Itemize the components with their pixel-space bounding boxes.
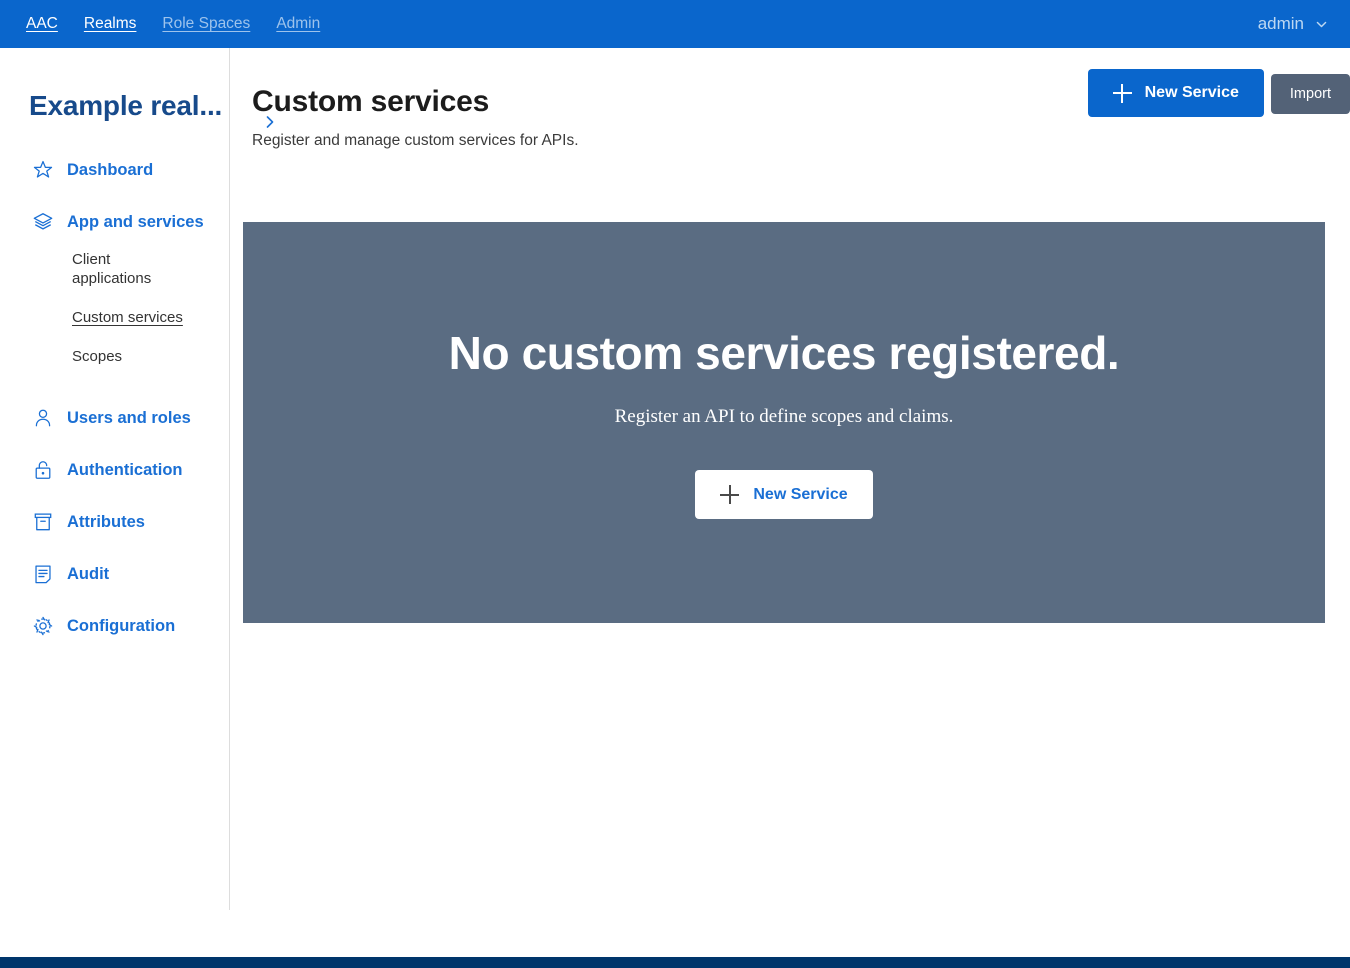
footer-bar [0, 957, 1350, 968]
sidebar-item-label: Audit [67, 564, 110, 583]
sidebar-item-audit[interactable]: Audit [0, 548, 229, 600]
sidebar-item-authentication[interactable]: Authentication [0, 444, 229, 496]
new-service-button-label: New Service [1144, 84, 1239, 101]
topnav-link-role-spaces[interactable]: Role Spaces [162, 15, 250, 33]
sidebar: Example real... Dashboard App and servic… [0, 48, 230, 910]
star-icon [33, 160, 53, 178]
sidebar-item-label: Authentication [67, 460, 183, 479]
sidebar-item-label: Attributes [67, 512, 145, 531]
sidebar-subitem-custom-services[interactable]: Custom services [72, 308, 183, 327]
user-menu-label: admin [1257, 14, 1304, 33]
sidebar-subitem-scopes[interactable]: Scopes [72, 347, 122, 366]
empty-state-panel: No custom services registered. Register … [243, 222, 1325, 623]
gear-icon [33, 616, 53, 636]
page-subtitle: Register and manage custom services for … [252, 132, 579, 149]
empty-state-title: No custom services registered. [448, 327, 1120, 379]
sidebar-nav-list: Dashboard App and services Client applic… [0, 144, 229, 652]
sidebar-item-label: Dashboard [67, 160, 154, 179]
header-actions: New Service Import [1087, 69, 1350, 117]
top-navigation-bar: AAC Realms Role Spaces Admin admin [0, 0, 1350, 48]
archive-box-icon [34, 513, 52, 531]
lock-icon [35, 461, 51, 479]
user-menu[interactable]: admin [1258, 14, 1350, 34]
plus-icon [720, 485, 740, 504]
empty-state-new-service-button[interactable]: New Service [695, 470, 873, 519]
sidebar-item-label: Users and roles [67, 408, 191, 427]
sidebar-item-attributes[interactable]: Attributes [0, 496, 229, 548]
empty-state-new-service-label: New Service [753, 485, 848, 503]
plus-icon [1112, 83, 1132, 103]
sidebar-item-label: App and services [67, 212, 204, 231]
sidebar-subnav: Client applications Custom services Scop… [0, 248, 229, 392]
topnav-link-aac[interactable]: AAC [26, 15, 58, 33]
document-lines-icon [35, 565, 51, 584]
page-header: Custom services Register and manage cust… [231, 48, 1350, 150]
topnav-link-realms[interactable]: Realms [84, 15, 137, 33]
sidebar-item-dashboard[interactable]: Dashboard [0, 144, 229, 196]
import-button-label: Import [1289, 85, 1331, 102]
main-content: Custom services Register and manage cust… [231, 48, 1350, 910]
chevron-down-icon [1316, 21, 1327, 27]
sidebar-item-configuration[interactable]: Configuration [0, 600, 229, 652]
realm-title: Example real... [29, 90, 223, 121]
new-service-button[interactable]: New Service [1087, 69, 1264, 117]
sidebar-item-app-and-services[interactable]: App and services [0, 196, 229, 248]
layers-icon [33, 213, 53, 230]
topnav-link-admin[interactable]: Admin [276, 15, 320, 33]
top-nav-links: AAC Realms Role Spaces Admin [0, 15, 320, 33]
sidebar-item-label: Configuration [67, 616, 176, 635]
sidebar-subitem-client-applications[interactable]: Client applications [72, 250, 192, 288]
sidebar-item-users-and-roles[interactable]: Users and roles [0, 392, 229, 444]
import-button[interactable]: Import [1270, 73, 1350, 114]
empty-state-subtitle: Register an API to define scopes and cla… [614, 406, 954, 427]
user-icon [35, 409, 51, 427]
chevron-right-icon[interactable] [264, 114, 276, 130]
